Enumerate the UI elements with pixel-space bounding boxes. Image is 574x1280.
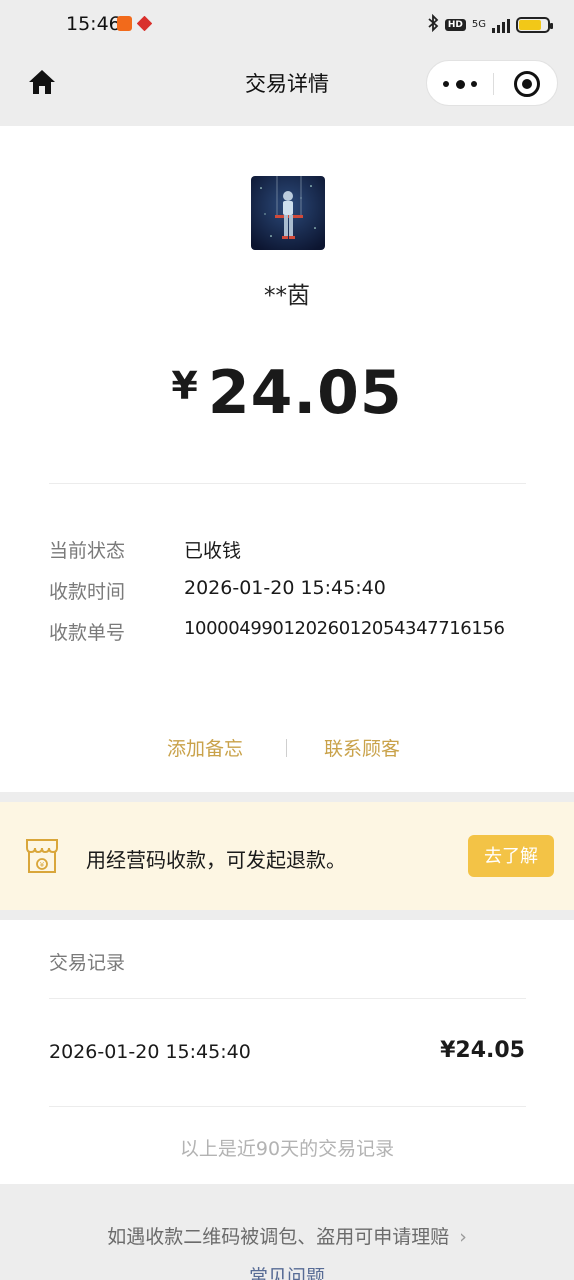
transaction-records: 交易记录 2026-01-20 15:45:40 ¥24.05 以上是近90天的… xyxy=(0,920,574,1184)
mini-program-capsule xyxy=(426,60,558,106)
refund-promo-banner: ¥ 用经营码收款，可发起退款。 去了解 xyxy=(0,802,574,910)
transaction-card: **茵 ¥24.05 当前状态 已收钱 收款时间 2026-01-20 15:4… xyxy=(0,126,574,792)
faq-link[interactable]: 常见问题 xyxy=(0,1262,574,1280)
amount-value: 24.05 xyxy=(207,358,403,428)
signal-icon xyxy=(492,17,510,33)
detail-label: 当前状态 xyxy=(49,540,126,562)
battery-level xyxy=(519,20,542,30)
shop-qrcode-icon: ¥ xyxy=(24,836,60,876)
detail-label: 收款时间 xyxy=(49,581,126,603)
status-bar: 15:46 HD 5G xyxy=(0,0,574,50)
detail-value: 2026-01-20 15:45:40 xyxy=(184,577,386,599)
hd-badge: HD xyxy=(444,19,466,31)
amount-currency: ¥ xyxy=(171,364,198,408)
amount: ¥24.05 xyxy=(0,358,574,428)
detail-label: 收款单号 xyxy=(49,622,126,644)
learn-more-button[interactable]: 去了解 xyxy=(468,835,554,877)
action-links: 添加备忘 联系顾客 xyxy=(0,734,574,764)
banner-text: 用经营码收款，可发起退款。 xyxy=(86,848,346,872)
add-note-link[interactable]: 添加备忘 xyxy=(167,734,243,761)
svg-text:¥: ¥ xyxy=(40,861,45,869)
nav-bar: 交易详情 xyxy=(0,50,574,126)
target-close-icon[interactable] xyxy=(514,71,540,97)
network-type: 5G xyxy=(471,19,486,30)
avatar xyxy=(251,176,325,250)
detail-value: 10000499012026012054347716156 xyxy=(184,618,505,639)
detail-value: 已收钱 xyxy=(184,540,242,562)
contact-customer-link[interactable]: 联系顾客 xyxy=(324,734,400,761)
chevron-right-icon: › xyxy=(459,1226,467,1248)
record-amount: ¥24.05 xyxy=(440,1038,525,1063)
claim-link[interactable]: 如遇收款二维码被调包、盗用可申请理赔 › xyxy=(0,1222,574,1249)
divider xyxy=(49,998,526,999)
divider xyxy=(49,1106,526,1107)
app-notification-icon xyxy=(136,15,153,32)
claim-text: 如遇收款二维码被调包、盗用可申请理赔 xyxy=(107,1226,450,1248)
more-dots-icon[interactable] xyxy=(443,76,477,92)
capsule-divider xyxy=(493,73,494,95)
action-separator xyxy=(286,739,287,757)
status-time: 15:46 xyxy=(66,13,121,35)
records-footnote: 以上是近90天的交易记录 xyxy=(179,1138,395,1160)
status-indicators: HD 5G xyxy=(427,13,553,36)
bluetooth-icon xyxy=(427,13,439,36)
divider xyxy=(49,483,526,484)
payer-name: **茵 xyxy=(264,283,310,309)
battery-icon xyxy=(516,17,553,33)
record-time: 2026-01-20 15:45:40 xyxy=(49,1041,251,1063)
app-notification-icon xyxy=(117,16,132,31)
records-title: 交易记录 xyxy=(49,952,126,974)
